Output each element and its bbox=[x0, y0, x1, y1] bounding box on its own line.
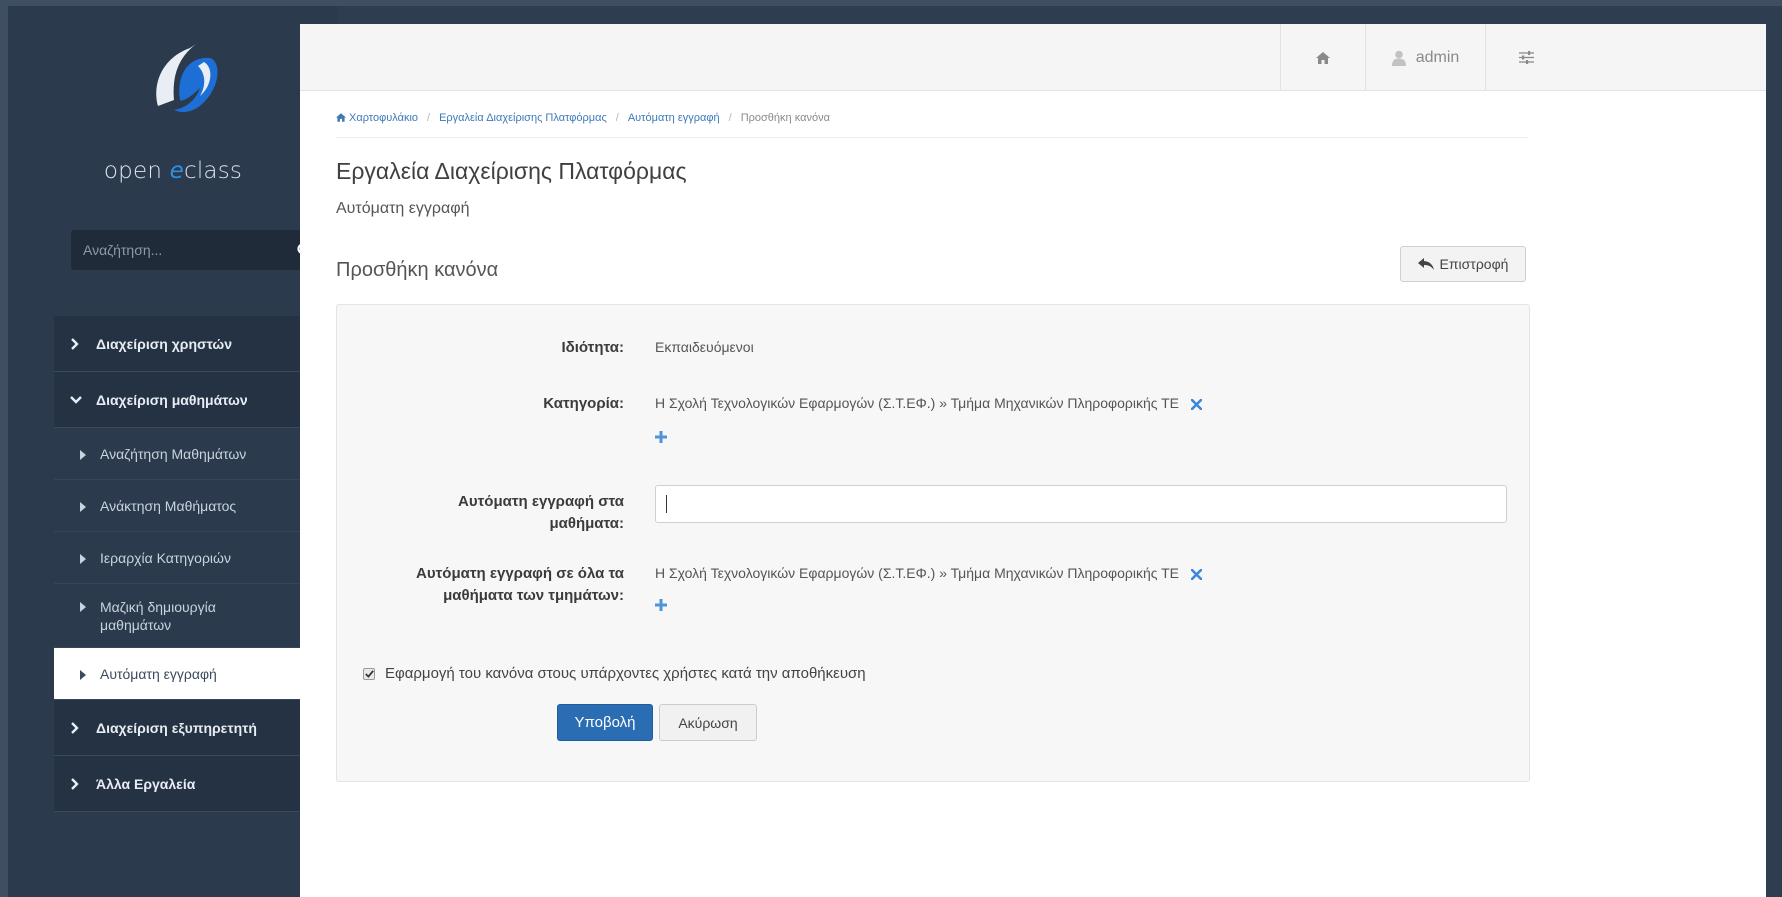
courses-input[interactable] bbox=[655, 485, 1507, 523]
logo[interactable]: open eclass bbox=[8, 38, 338, 218]
chevron-right-icon bbox=[70, 337, 96, 350]
courses-label: Αυτόματη εγγραφή στα μαθήματα: bbox=[458, 493, 624, 532]
reply-icon bbox=[1417, 258, 1434, 270]
menu-item-label: Διαχείριση χρηστών bbox=[96, 335, 233, 352]
breadcrumb-admin-tools[interactable]: Εργαλεία Διαχείρισης Πλατφόρμας bbox=[439, 112, 607, 124]
category-value: Η Σχολή Τεχνολογικών Εφαρμογών (Σ.Τ.ΕΦ.)… bbox=[655, 395, 1202, 411]
search-input[interactable] bbox=[71, 230, 284, 270]
submenu-item-label: Μαζική δημιουργία μαθημάτων bbox=[100, 599, 216, 633]
remove-icon[interactable] bbox=[1190, 568, 1202, 580]
sidebar-search bbox=[71, 230, 324, 270]
breadcrumb-separator: / bbox=[427, 112, 431, 124]
home-icon bbox=[1316, 51, 1330, 64]
settings-button[interactable] bbox=[1485, 24, 1566, 91]
page-title: Εργαλεία Διαχείρισης Πλατφόρμας bbox=[336, 158, 687, 184]
category-label: Κατηγορία: bbox=[543, 395, 624, 412]
department-text: Η Σχολή Τεχνολογικών Εφαρμογών (Σ.Τ.ΕΦ.)… bbox=[655, 565, 1180, 581]
breadcrumb-separator: / bbox=[728, 112, 732, 124]
breadcrumb-auto-enroll[interactable]: Αυτόματη εγγραφή bbox=[628, 112, 720, 124]
apply-existing-checkbox[interactable] bbox=[363, 667, 375, 680]
caret-right-icon bbox=[80, 598, 100, 612]
all-courses-value: Η Σχολή Τεχνολογικών Εφαρμογών (Σ.Τ.ΕΦ.)… bbox=[655, 565, 1202, 581]
main-content: admin Χαρτοφυλάκιο / Εργαλεία Διαχείριση… bbox=[300, 24, 1766, 897]
menu-item-label: Διαχείριση μαθημάτων bbox=[96, 391, 248, 408]
property-value: Εκπαιδευόμενοι bbox=[655, 339, 754, 355]
caret-right-icon bbox=[80, 552, 100, 564]
eclass-logo-icon bbox=[156, 44, 218, 112]
all-courses-label: Αυτόματη εγγραφή σε όλα τα μαθήματα των … bbox=[416, 565, 624, 604]
property-label: Ιδιότητα: bbox=[561, 339, 624, 356]
home-button[interactable] bbox=[1280, 24, 1365, 91]
caret-right-icon bbox=[80, 448, 100, 460]
breadcrumb: Χαρτοφυλάκιο / Εργαλεία Διαχείρισης Πλατ… bbox=[336, 112, 830, 124]
back-button-label: Επιστροφή bbox=[1439, 256, 1509, 272]
logo-text: open eclass bbox=[103, 158, 243, 184]
text-cursor bbox=[666, 495, 667, 513]
caret-right-icon bbox=[80, 500, 100, 512]
sidebar: open eclass Διαχείριση χρηστών Διαχείρισ… bbox=[8, 6, 346, 897]
breadcrumb-current: Προσθήκη κανόνα bbox=[740, 112, 830, 124]
chevron-right-icon bbox=[70, 721, 96, 734]
breadcrumb-separator: / bbox=[615, 112, 619, 124]
menu-item-label: Άλλα Εργαλεία bbox=[96, 775, 196, 792]
rule-form: Ιδιότητα: Εκπαιδευόμενοι Κατηγορία: Η Σχ… bbox=[336, 304, 1530, 782]
cancel-button[interactable]: Ακύρωση bbox=[659, 704, 757, 741]
remove-icon[interactable] bbox=[1190, 398, 1202, 410]
breadcrumb-home[interactable]: Χαρτοφυλάκιο bbox=[336, 112, 418, 124]
page-subtitle: Αυτόματη εγγραφή bbox=[336, 200, 470, 217]
breadcrumb-divider bbox=[336, 137, 1528, 138]
username: admin bbox=[1415, 48, 1460, 66]
plus-icon[interactable] bbox=[655, 599, 667, 611]
chevron-right-icon bbox=[70, 777, 96, 790]
apply-existing-label: Εφαρμογή του κανόνα στους υπάρχοντες χρή… bbox=[385, 665, 866, 682]
plus-icon[interactable] bbox=[655, 431, 667, 443]
user-menu[interactable]: admin bbox=[1365, 24, 1485, 91]
menu-item-label: Διαχείριση εξυπηρετητή bbox=[96, 719, 257, 736]
top-bar: admin bbox=[300, 24, 1766, 91]
chevron-down-icon bbox=[70, 395, 96, 404]
submenu-item-label: Αναζήτηση Μαθημάτων bbox=[100, 445, 247, 462]
back-button[interactable]: Επιστροφή bbox=[1400, 246, 1526, 282]
caret-right-icon bbox=[80, 668, 100, 680]
submit-button[interactable]: Υποβολή bbox=[557, 704, 653, 741]
apply-existing-row: Εφαρμογή του κανόνα στους υπάρχοντες χρή… bbox=[363, 665, 866, 682]
window-frame-left bbox=[0, 0, 8, 897]
section-title: Προσθήκη κανόνα bbox=[336, 259, 499, 281]
check-icon bbox=[364, 669, 374, 678]
home-icon bbox=[336, 113, 346, 122]
user-icon bbox=[1391, 50, 1406, 66]
submenu-item-label: Ανάκτηση Μαθήματος bbox=[100, 497, 237, 514]
submenu-item-label: Αυτόματη εγγραφή bbox=[100, 665, 217, 682]
tune-icon bbox=[1518, 51, 1534, 64]
category-text: Η Σχολή Τεχνολογικών Εφαρμογών (Σ.Τ.ΕΦ.)… bbox=[655, 395, 1180, 411]
submenu-item-label: Ιεραρχία Κατηγοριών bbox=[100, 549, 231, 566]
